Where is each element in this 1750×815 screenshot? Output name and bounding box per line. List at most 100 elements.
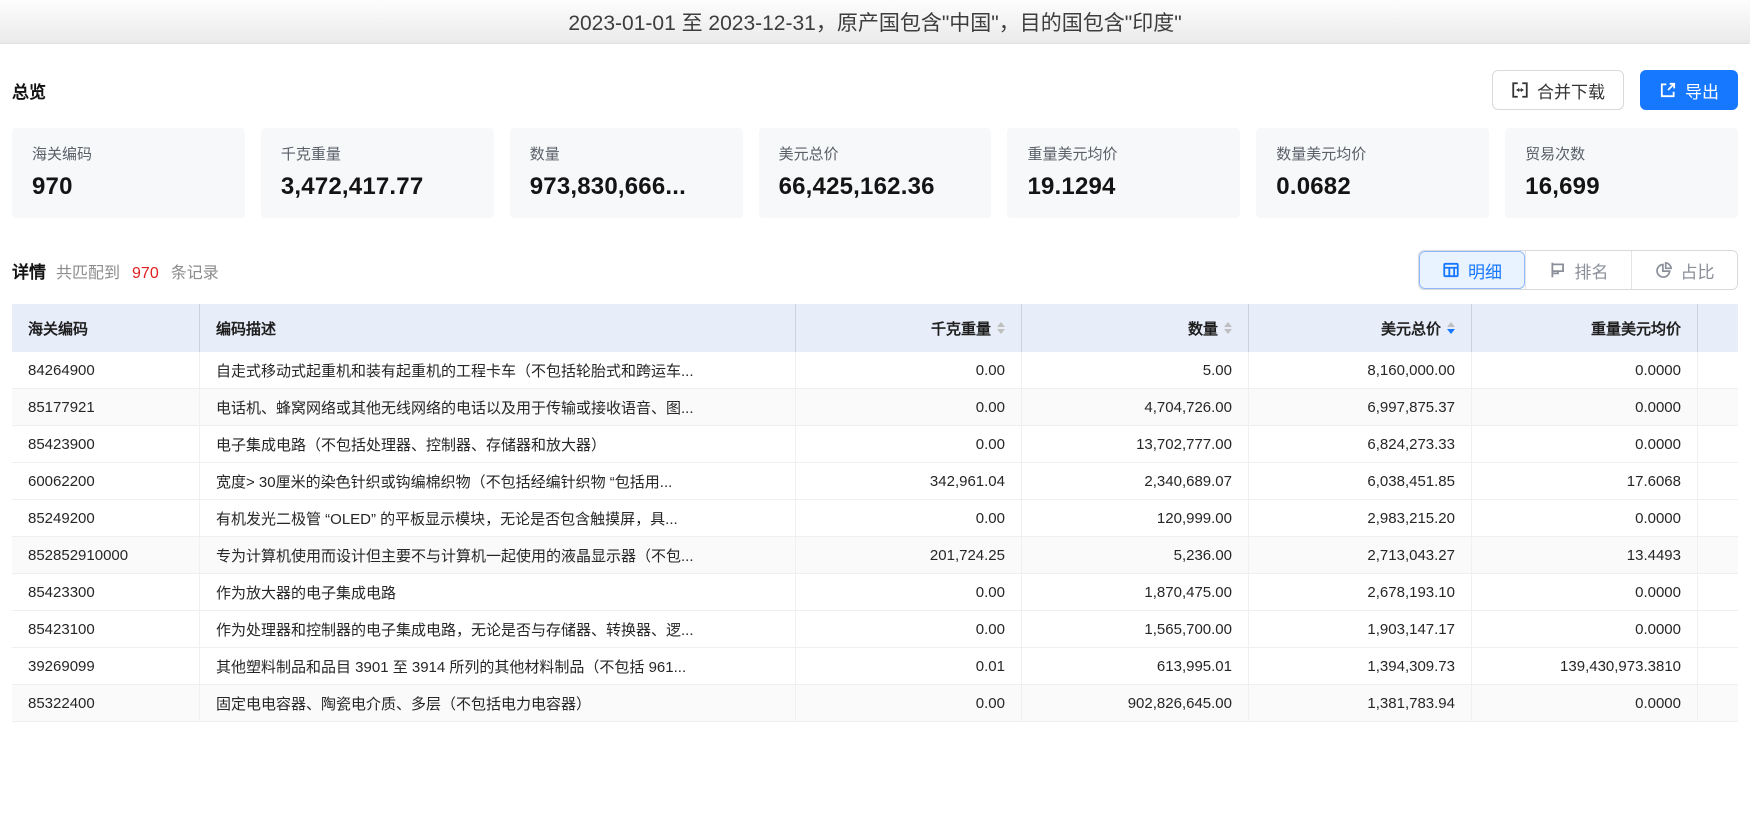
tab-label: 明细 xyxy=(1468,262,1502,282)
cell-avg: 0.0000 xyxy=(1471,500,1697,537)
query-summary-bar: 2023-01-01 至 2023-12-31，原产国包含"中国"，目的国包含"… xyxy=(0,0,1750,44)
cell-code: 85423100 xyxy=(12,611,199,648)
cell-total: 1,381,783.94 xyxy=(1248,685,1471,722)
cell-qty: 1,565,700.00 xyxy=(1021,611,1248,648)
stat-card-label: 美元总价 xyxy=(778,146,839,163)
tab-明细[interactable]: 明细 xyxy=(1419,251,1525,289)
sort-carets-icon xyxy=(1224,322,1232,334)
table-body: 84264900 自走式移动式起重机和装有起重机的工程卡车（不包括轮胎式和跨运车.… xyxy=(12,352,1738,722)
column-header: 编码描述 xyxy=(199,304,795,352)
cell-weight: 0.00 xyxy=(795,389,1021,426)
merge-download-label: 合并下载 xyxy=(1537,82,1605,102)
cell-code: 85423900 xyxy=(12,426,199,463)
cell-qty: 613,995.01 xyxy=(1021,648,1248,685)
table-row: 852852910000 专为计算机使用而设计但主要不与计算机一起使用的液晶显示器… xyxy=(12,537,1738,574)
pie-icon xyxy=(1655,261,1673,279)
cell-avg: 0.0000 xyxy=(1471,426,1697,463)
cell-desc: 自走式移动式起重机和装有起重机的工程卡车（不包括轮胎式和跨运车... xyxy=(199,352,795,389)
cell-qty: 1,870,475.00 xyxy=(1021,574,1248,611)
stat-card-value: 19.1294 xyxy=(1027,173,1116,200)
cell-qty: 13,702,777.00 xyxy=(1021,426,1248,463)
table-row: 85249200 有机发光二极管 “OLED” 的平板显示模块，无论是否包含触摸屏… xyxy=(12,500,1738,537)
cell-weight: 201,724.25 xyxy=(795,537,1021,574)
cell-qty: 2,340,689.07 xyxy=(1021,463,1248,500)
stat-card: 数量美元均价 0.0682 xyxy=(1256,128,1490,218)
column-header[interactable]: 数量 xyxy=(1021,304,1248,352)
cell-spacer xyxy=(1697,574,1738,611)
table-row: 85423300 作为放大器的电子集成电路 0.00 1,870,475.00 2,67… xyxy=(12,574,1738,611)
cell-desc: 宽度> 30厘米的染色针织或钩编棉织物（不包括经编针织物 “包括用... xyxy=(199,463,795,500)
cell-desc: 电子集成电路（不包括处理器、控制器、存储器和放大器） xyxy=(199,426,795,463)
cell-code: 85249200 xyxy=(12,500,199,537)
cell-total: 1,394,309.73 xyxy=(1248,648,1471,685)
cell-desc: 其他塑料制品和品目 3901 至 3914 所列的其他材料制品（不包括 961.… xyxy=(199,648,795,685)
tab-占比[interactable]: 占比 xyxy=(1631,251,1737,289)
cell-code: 39269099 xyxy=(12,648,199,685)
stat-card-value: 16,699 xyxy=(1525,173,1600,200)
export-icon xyxy=(1659,81,1677,99)
cell-weight: 0.00 xyxy=(795,500,1021,537)
cell-spacer xyxy=(1697,537,1738,574)
export-button[interactable]: 导出 xyxy=(1640,70,1738,110)
main-content: 总览 合并下载 导出 海关编码 970 千克重量 3,472,417.77 数量… xyxy=(0,70,1750,722)
stat-card-value: 66,425,162.36 xyxy=(778,173,935,200)
cell-total: 6,997,875.37 xyxy=(1248,389,1471,426)
details-table: 海关编码 编码描述 千克重量 数量 美元总价 重量美元均价 84264900 自走式移动式起… xyxy=(12,304,1738,722)
cell-avg: 139,430,973.3810 xyxy=(1471,648,1697,685)
cell-weight: 0.00 xyxy=(795,574,1021,611)
cell-code: 85322400 xyxy=(12,685,199,722)
stat-card-label: 贸易次数 xyxy=(1525,146,1586,163)
cell-weight: 0.00 xyxy=(795,611,1021,648)
stat-card-label: 海关编码 xyxy=(32,146,93,163)
cell-qty: 902,826,645.00 xyxy=(1021,685,1248,722)
cell-total: 2,983,215.20 xyxy=(1248,500,1471,537)
cell-qty: 5.00 xyxy=(1021,352,1248,389)
table-row: 84264900 自走式移动式起重机和装有起重机的工程卡车（不包括轮胎式和跨运车.… xyxy=(12,352,1738,389)
cell-weight: 0.00 xyxy=(795,426,1021,463)
cell-qty: 120,999.00 xyxy=(1021,500,1248,537)
cell-total: 1,903,147.17 xyxy=(1248,611,1471,648)
cell-spacer xyxy=(1697,352,1738,389)
cell-weight: 0.00 xyxy=(795,352,1021,389)
sort-carets-icon xyxy=(1447,322,1455,334)
cell-spacer xyxy=(1697,426,1738,463)
overview-actions: 合并下载 导出 xyxy=(1492,70,1738,110)
table-row: 39269099 其他塑料制品和品目 3901 至 3914 所列的其他材料制品（… xyxy=(12,648,1738,685)
cell-total: 8,160,000.00 xyxy=(1248,352,1471,389)
tab-排名[interactable]: 排名 xyxy=(1525,251,1631,289)
column-header-label: 重量美元均价 xyxy=(1590,320,1681,338)
merge-download-button[interactable]: 合并下载 xyxy=(1492,70,1624,110)
column-header[interactable]: 千克重量 xyxy=(795,304,1021,352)
cell-avg: 17.6068 xyxy=(1471,463,1697,500)
column-header-label: 千克重量 xyxy=(930,320,991,338)
stat-card-value: 973,830,666... xyxy=(529,173,686,200)
stat-card: 海关编码 970 xyxy=(12,128,245,218)
column-header-label: 数量 xyxy=(1187,320,1218,338)
column-header: 重量美元均价 xyxy=(1471,304,1697,352)
table-row: 85177921 电话机、蜂窝网络或其他无线网络的电话以及用于传输或接收语音、图.… xyxy=(12,389,1738,426)
match-suffix: 条记录 xyxy=(170,264,219,282)
stat-card: 美元总价 66,425,162.36 xyxy=(758,128,992,218)
cell-avg: 0.0000 xyxy=(1471,611,1697,648)
sort-carets-icon xyxy=(997,322,1005,334)
stat-card-label: 数量美元均价 xyxy=(1276,146,1367,163)
match-prefix: 共匹配到 xyxy=(56,264,121,282)
stat-card: 千克重量 3,472,417.77 xyxy=(260,128,494,218)
cell-spacer xyxy=(1697,648,1738,685)
flag-icon xyxy=(1549,261,1567,279)
cell-weight: 342,961.04 xyxy=(795,463,1021,500)
cell-qty: 5,236.00 xyxy=(1021,537,1248,574)
column-header-label: 美元总价 xyxy=(1380,320,1441,338)
cell-code: 60062200 xyxy=(12,463,199,500)
cell-avg: 0.0000 xyxy=(1471,352,1697,389)
match-count: 970 xyxy=(132,264,159,282)
table-row: 85322400 固定电电容器、陶瓷电介质、多层（不包括电力电容器） 0.00 902… xyxy=(12,685,1738,722)
cell-avg: 0.0000 xyxy=(1471,389,1697,426)
cell-weight: 0.00 xyxy=(795,685,1021,722)
column-header-label: 海关编码 xyxy=(28,320,89,338)
stat-card-value: 3,472,417.77 xyxy=(280,173,424,200)
column-header: 海关编码 xyxy=(12,304,199,352)
table-row: 85423900 电子集成电路（不包括处理器、控制器、存储器和放大器） 0.00 13… xyxy=(12,426,1738,463)
column-header[interactable]: 美元总价 xyxy=(1248,304,1471,352)
cell-desc: 专为计算机使用而设计但主要不与计算机一起使用的液晶显示器（不包... xyxy=(199,537,795,574)
